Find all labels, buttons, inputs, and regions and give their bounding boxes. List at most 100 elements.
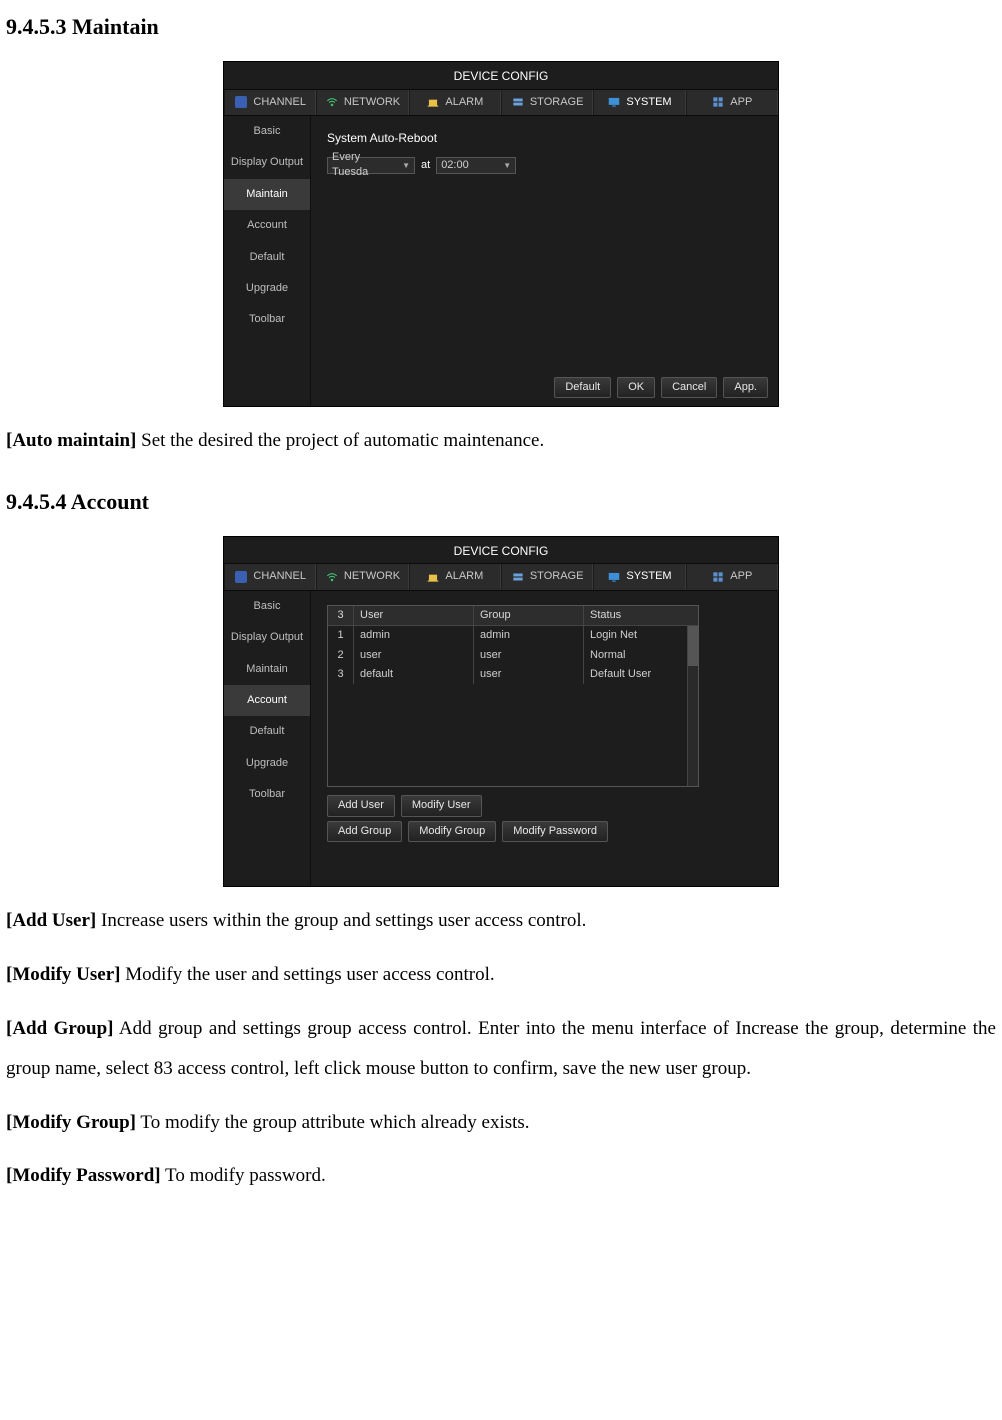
account-table-header: 3 User Group Status	[328, 606, 698, 626]
system-icon	[607, 95, 621, 109]
cell-n: 1	[328, 626, 354, 645]
tab-system[interactable]: SYSTEM	[593, 90, 685, 115]
modify-user-text: Modify the user and settings user access…	[121, 964, 495, 985]
tab-network-label: NETWORK	[344, 95, 400, 110]
tab-alarm-label: ALARM	[445, 569, 483, 584]
app-icon	[711, 570, 725, 584]
tab-system[interactable]: SYSTEM	[593, 564, 685, 589]
panel-tabs: CHANNEL NETWORK ALARM STORAGE SYSTEM APP	[224, 563, 778, 590]
reboot-time-select[interactable]: 02:00 ▼	[436, 157, 516, 174]
sidebar-item-display-output[interactable]: Display Output	[224, 622, 310, 653]
storage-icon	[511, 570, 525, 584]
alarm-icon	[426, 570, 440, 584]
modify-user-description: [Modify User] Modify the user and settin…	[6, 955, 996, 995]
sidebar-item-maintain[interactable]: Maintain	[224, 654, 310, 685]
app-icon	[711, 95, 725, 109]
sidebar-item-display-output[interactable]: Display Output	[224, 147, 310, 178]
table-row[interactable]: 3 default user Default User	[328, 665, 698, 684]
cancel-button[interactable]: Cancel	[661, 377, 717, 398]
sidebar-item-maintain[interactable]: Maintain	[224, 179, 310, 210]
sidebar-item-default[interactable]: Default	[224, 716, 310, 747]
account-screenshot: DEVICE CONFIG CHANNEL NETWORK ALARM STOR…	[6, 536, 996, 887]
tab-app[interactable]: APP	[686, 564, 778, 589]
sidebar-item-account[interactable]: Account	[224, 210, 310, 241]
sidebar-item-toolbar[interactable]: Toolbar	[224, 779, 310, 810]
cell-user: admin	[354, 626, 474, 645]
add-group-button[interactable]: Add Group	[327, 821, 402, 842]
section-heading-account: 9.4.5.4 Account	[6, 487, 996, 518]
tab-app[interactable]: APP	[686, 90, 778, 115]
auto-maintain-term: [Auto maintain]	[6, 430, 136, 451]
add-group-description: [Add Group] Add group and settings group…	[6, 1009, 996, 1089]
add-user-description: [Add User] Increase users within the gro…	[6, 901, 996, 941]
tab-app-label: APP	[730, 95, 752, 110]
wifi-icon	[325, 570, 339, 584]
table-row[interactable]: 1 admin admin Login Net	[328, 626, 698, 645]
add-user-button[interactable]: Add User	[327, 795, 395, 816]
vertical-scrollbar[interactable]	[687, 626, 698, 786]
sidebar-item-toolbar[interactable]: Toolbar	[224, 304, 310, 335]
tab-channel-label: CHANNEL	[253, 569, 306, 584]
modify-password-button[interactable]: Modify Password	[502, 821, 608, 842]
cell-n: 2	[328, 646, 354, 665]
cell-group: user	[474, 646, 584, 665]
modify-user-term: [Modify User]	[6, 964, 121, 985]
app-button[interactable]: App.	[723, 377, 768, 398]
tab-channel-label: CHANNEL	[253, 95, 306, 110]
maintain-description: [Auto maintain] Set the desired the proj…	[6, 421, 996, 461]
modify-group-term: [Modify Group]	[6, 1112, 136, 1133]
sidebar-item-account[interactable]: Account	[224, 685, 310, 716]
sidebar-item-basic[interactable]: Basic	[224, 116, 310, 147]
modify-group-button[interactable]: Modify Group	[408, 821, 496, 842]
tab-storage[interactable]: STORAGE	[501, 90, 593, 115]
cell-group: admin	[474, 626, 584, 645]
cell-status: Normal	[584, 646, 698, 665]
reboot-time-value: 02:00	[441, 158, 469, 173]
tab-alarm[interactable]: ALARM	[409, 90, 501, 115]
at-label: at	[421, 158, 430, 173]
cell-status: Default User	[584, 665, 698, 684]
tab-network[interactable]: NETWORK	[316, 564, 408, 589]
col-user: User	[354, 606, 474, 625]
cell-status: Login Net	[584, 626, 698, 645]
wifi-icon	[325, 95, 339, 109]
panel-tabs: CHANNEL NETWORK ALARM STORAGE SYSTEM APP	[224, 89, 778, 116]
account-table-body: 1 admin admin Login Net 2 user user Norm…	[328, 626, 698, 786]
tab-channel[interactable]: CHANNEL	[224, 90, 316, 115]
tab-alarm[interactable]: ALARM	[409, 564, 501, 589]
default-button[interactable]: Default	[554, 377, 611, 398]
cell-user: user	[354, 646, 474, 665]
tab-channel[interactable]: CHANNEL	[224, 564, 316, 589]
tab-network[interactable]: NETWORK	[316, 90, 408, 115]
chevron-down-icon: ▼	[503, 160, 511, 171]
modify-user-button[interactable]: Modify User	[401, 795, 482, 816]
storage-icon	[511, 95, 525, 109]
sidebar-item-basic[interactable]: Basic	[224, 591, 310, 622]
col-group: Group	[474, 606, 584, 625]
tab-alarm-label: ALARM	[445, 95, 483, 110]
panel-title: DEVICE CONFIG	[224, 62, 778, 89]
add-user-term: [Add User]	[6, 910, 96, 931]
modify-password-description: [Modify Password] To modify password.	[6, 1156, 996, 1196]
sidebar: Basic Display Output Maintain Account De…	[224, 591, 311, 886]
sidebar-item-default[interactable]: Default	[224, 242, 310, 273]
col-count: 3	[328, 606, 354, 625]
ok-button[interactable]: OK	[617, 377, 655, 398]
modify-group-description: [Modify Group] To modify the group attri…	[6, 1103, 996, 1143]
table-row[interactable]: 2 user user Normal	[328, 646, 698, 665]
device-config-panel-maintain: DEVICE CONFIG CHANNEL NETWORK ALARM STOR…	[223, 61, 779, 407]
tab-storage[interactable]: STORAGE	[501, 564, 593, 589]
tab-app-label: APP	[730, 569, 752, 584]
scrollbar-thumb[interactable]	[688, 626, 698, 666]
sidebar-item-upgrade[interactable]: Upgrade	[224, 748, 310, 779]
auto-reboot-heading: System Auto-Reboot	[327, 130, 762, 147]
reboot-day-select[interactable]: Every Tuesda ▼	[327, 157, 415, 174]
add-group-term: [Add Group]	[6, 1018, 113, 1039]
reboot-day-value: Every Tuesda	[332, 150, 398, 181]
device-config-panel-account: DEVICE CONFIG CHANNEL NETWORK ALARM STOR…	[223, 536, 779, 887]
maintain-screenshot: DEVICE CONFIG CHANNEL NETWORK ALARM STOR…	[6, 61, 996, 407]
cell-n: 3	[328, 665, 354, 684]
sidebar: Basic Display Output Maintain Account De…	[224, 116, 311, 406]
sidebar-item-upgrade[interactable]: Upgrade	[224, 273, 310, 304]
tab-system-label: SYSTEM	[626, 569, 671, 584]
